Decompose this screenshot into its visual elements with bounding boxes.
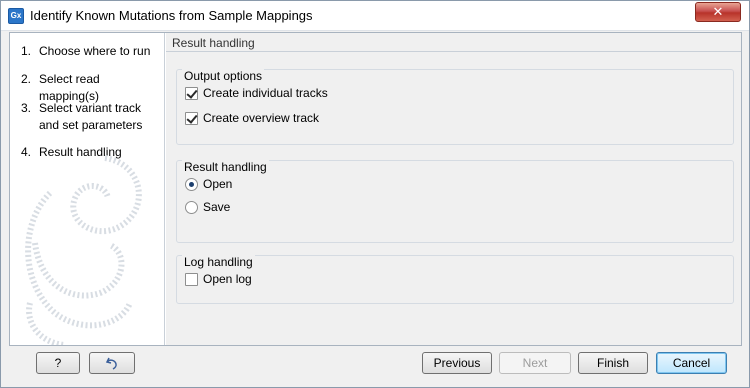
cancel-button[interactable]: Cancel bbox=[656, 352, 727, 374]
create-overview-track-checkbox[interactable] bbox=[185, 111, 198, 125]
open-option[interactable]: Open bbox=[185, 177, 232, 191]
group-title: Result handling bbox=[182, 160, 269, 174]
page-title: Result handling bbox=[172, 36, 255, 50]
help-button[interactable]: ? bbox=[36, 352, 80, 374]
step-number: 3. bbox=[21, 101, 32, 115]
dialog-body: 1. Choose where to run 2. Select read ma… bbox=[9, 32, 742, 346]
result-handling-group: Result handling Open Save bbox=[176, 160, 734, 243]
reset-arrow-icon bbox=[105, 357, 117, 370]
title-bar: Gx Identify Known Mutations from Sample … bbox=[1, 1, 749, 31]
log-handling-group: Log handling Open log bbox=[176, 255, 734, 304]
divider bbox=[166, 51, 741, 52]
create-overview-track-option[interactable]: Create overview track bbox=[185, 111, 319, 125]
step-label: Select variant track and set parameters bbox=[39, 101, 143, 132]
close-button[interactable]: ✕ bbox=[695, 2, 741, 22]
group-title: Output options bbox=[182, 69, 265, 83]
option-label: Open bbox=[203, 177, 233, 191]
output-options-group: Output options Create individual tracks … bbox=[176, 69, 734, 145]
option-label: Open log bbox=[203, 272, 252, 286]
previous-button[interactable]: Previous bbox=[422, 352, 492, 374]
finish-button[interactable]: Finish bbox=[578, 352, 648, 374]
app-icon: Gx bbox=[8, 8, 24, 24]
option-label: Save bbox=[203, 200, 231, 214]
create-individual-tracks-option[interactable]: Create individual tracks bbox=[185, 86, 328, 100]
dialog-window: Gx Identify Known Mutations from Sample … bbox=[0, 0, 750, 388]
open-radio[interactable] bbox=[185, 177, 198, 191]
option-label: Create individual tracks bbox=[203, 86, 328, 100]
save-radio[interactable] bbox=[185, 200, 198, 214]
group-title: Log handling bbox=[182, 255, 255, 269]
open-log-option[interactable]: Open log bbox=[185, 272, 252, 286]
next-button[interactable]: Next bbox=[499, 352, 571, 374]
binary-swirl-watermark bbox=[25, 155, 142, 345]
window-title: Identify Known Mutations from Sample Map… bbox=[30, 8, 313, 23]
step-label: Choose where to run bbox=[39, 44, 151, 58]
steps-panel: 1. Choose where to run 2. Select read ma… bbox=[10, 33, 165, 345]
option-label: Create overview track bbox=[203, 111, 320, 125]
create-individual-tracks-checkbox[interactable] bbox=[185, 86, 198, 100]
step-number: 1. bbox=[21, 44, 32, 58]
save-option[interactable]: Save bbox=[185, 200, 230, 214]
reset-button[interactable] bbox=[89, 352, 135, 374]
content-panel: Result handling Output options Create in… bbox=[166, 33, 741, 345]
open-log-checkbox[interactable] bbox=[185, 272, 198, 286]
step-1: 1. Choose where to run bbox=[21, 43, 163, 60]
step-3: 3. Select variant track and set paramete… bbox=[21, 100, 163, 134]
